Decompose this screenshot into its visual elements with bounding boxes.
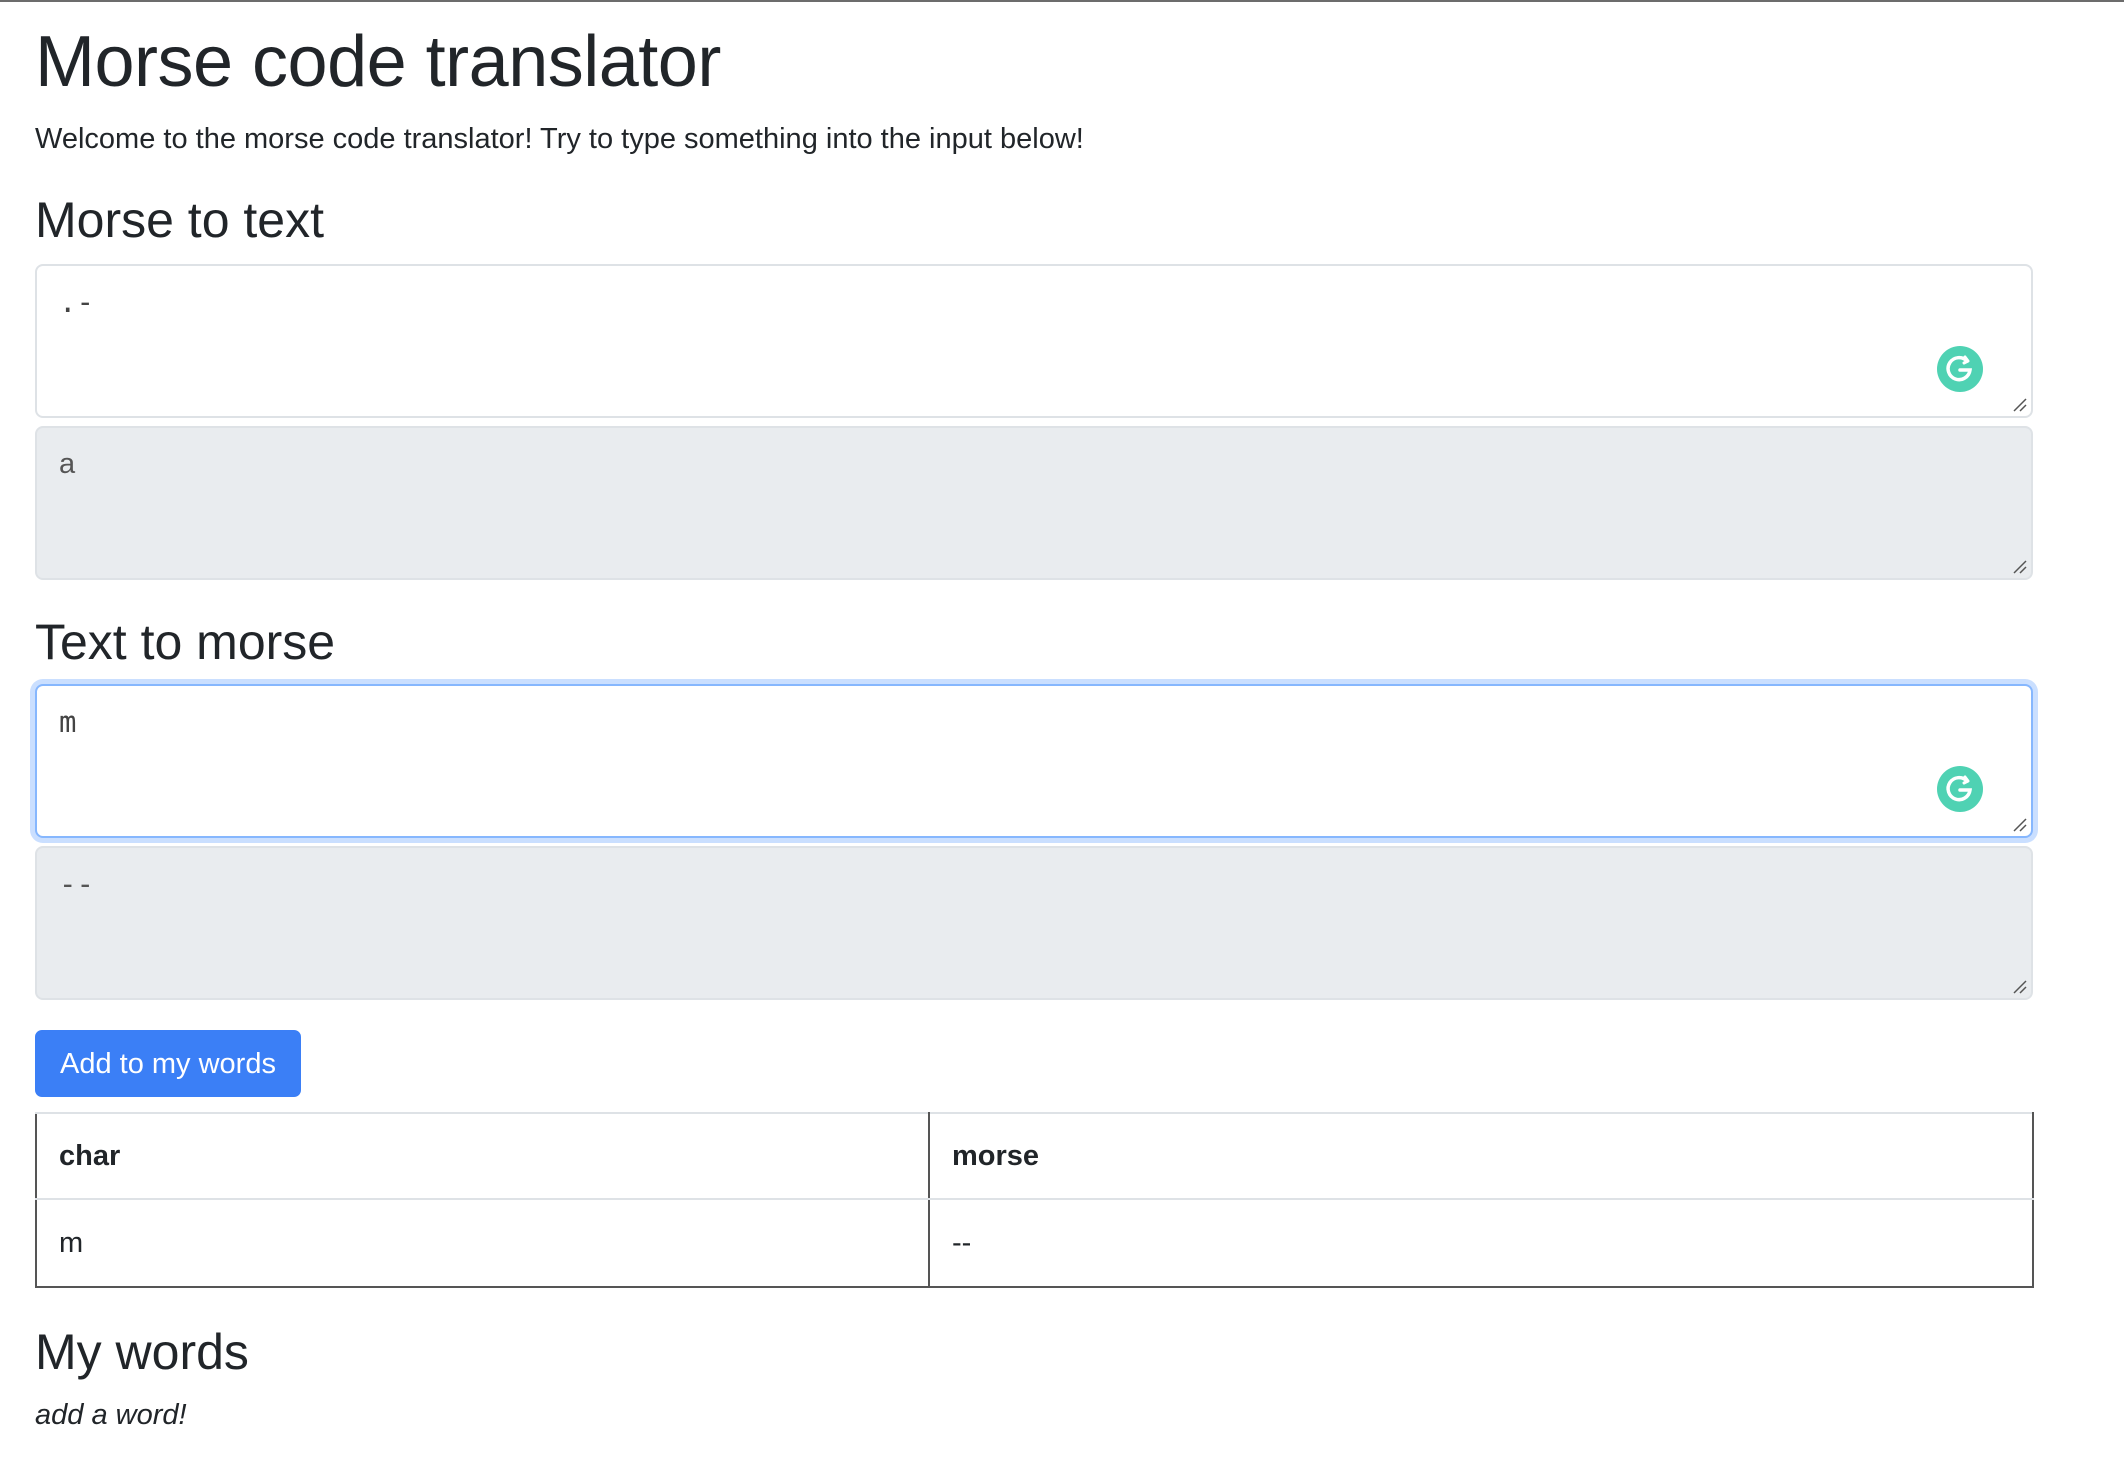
morse-output-textarea: -- (35, 846, 2033, 1000)
text-input-value: m (59, 705, 77, 739)
page-title: Morse code translator (35, 22, 721, 102)
column-header-char: char (35, 1112, 930, 1200)
my-words-empty-text: add a word! (35, 1399, 187, 1431)
table-cell-morse: -- (929, 1199, 2034, 1288)
resize-grip-icon[interactable] (2011, 558, 2027, 574)
text-output-value: a (59, 448, 76, 480)
my-words-heading: My words (35, 1324, 249, 1380)
morse-output-value: -- (59, 867, 94, 901)
resize-grip-icon[interactable] (2011, 396, 2027, 412)
morse-input-value: .- (59, 285, 94, 319)
grammarly-g-icon[interactable] (1937, 766, 1983, 812)
grammarly-g-icon[interactable] (1937, 346, 1983, 392)
resize-grip-icon[interactable] (2011, 978, 2027, 994)
text-output-textarea: a (35, 426, 2033, 580)
resize-grip-icon[interactable] (2011, 816, 2027, 832)
window-top-border (0, 0, 2124, 2)
table-header-row: char morse (35, 1112, 2034, 1200)
morse-to-text-heading: Morse to text (35, 192, 324, 248)
table-row: m -- (35, 1199, 2034, 1288)
intro-text: Welcome to the morse code translator! Tr… (35, 123, 1084, 155)
translation-table: char morse m -- (35, 1112, 2034, 1288)
text-input-textarea[interactable]: m (35, 684, 2033, 838)
morse-input-textarea[interactable]: .- (35, 264, 2033, 418)
table-cell-char: m (35, 1199, 930, 1288)
column-header-morse: morse (929, 1112, 2034, 1200)
text-to-morse-heading: Text to morse (35, 614, 336, 670)
add-to-my-words-button[interactable]: Add to my words (35, 1030, 301, 1097)
